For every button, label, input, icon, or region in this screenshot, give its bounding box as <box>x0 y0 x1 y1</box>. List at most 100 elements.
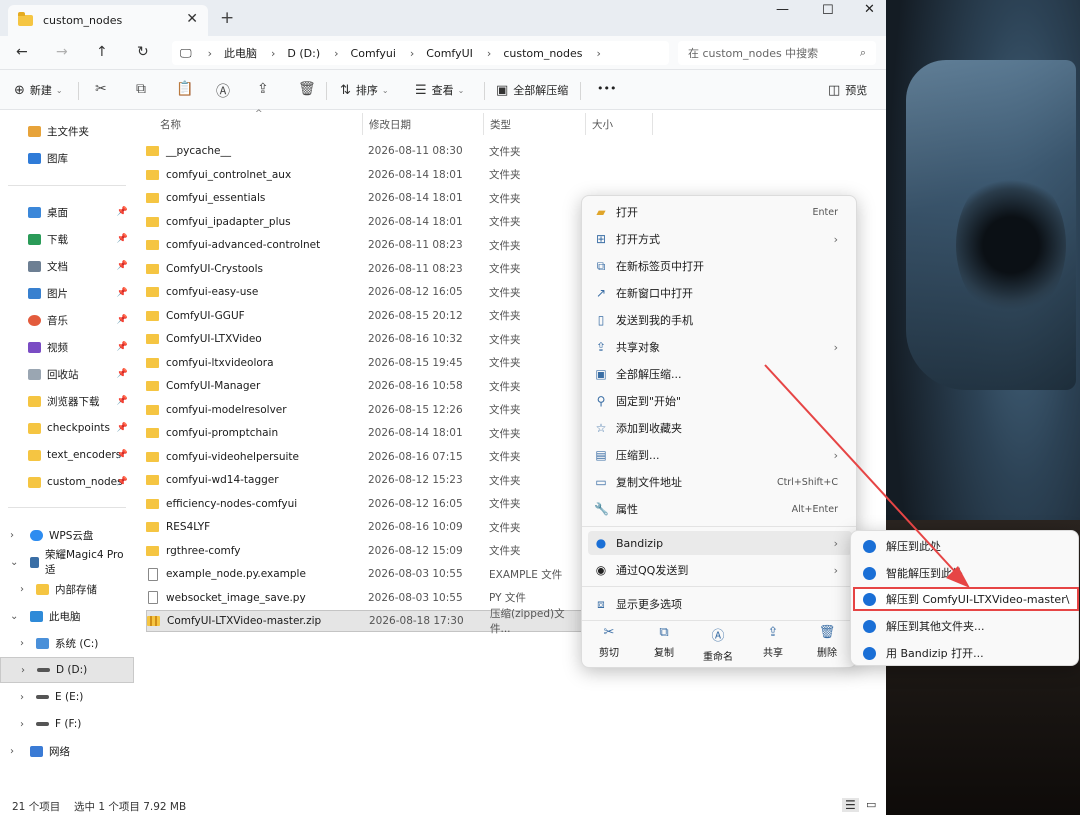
chevron-right-icon[interactable]: › <box>10 746 14 757</box>
table-row[interactable]: efficiency-nodes-comfyui 2026-08-12 16:05… <box>146 493 586 515</box>
paste-icon[interactable]: 📋 <box>176 81 193 97</box>
sort-button[interactable]: ⇅ 排序 ⌄ <box>340 82 389 98</box>
copy-action-button[interactable]: ⧉ 复制 <box>639 625 689 659</box>
submenu-extract-other[interactable]: 解压到其他文件夹... <box>855 614 1075 638</box>
chevron-right-icon[interactable]: › <box>10 530 14 541</box>
sidebar-item-network[interactable]: › 网络 <box>0 738 134 764</box>
menu-item-add-favorites[interactable]: ☆ 添加到收藏夹 <box>588 416 852 440</box>
rename-action-button[interactable]: Ⓐ 重命名 <box>693 625 743 663</box>
rename-icon[interactable]: Ⓐ <box>216 81 230 101</box>
table-row[interactable]: comfyui_controlnet_aux 2026-08-14 18:01 文件… <box>146 164 586 186</box>
refresh-icon[interactable]: ↻ <box>137 44 149 60</box>
sidebar-item-home[interactable]: 主文件夹 <box>0 118 134 144</box>
chevron-right-icon[interactable]: › <box>21 665 25 676</box>
table-row[interactable]: comfyui_essentials 2026-08-14 18:01 文件夹 <box>146 187 586 209</box>
menu-item-open-new-window[interactable]: ↗ 在新窗口中打开 <box>588 281 852 305</box>
chevron-right-icon[interactable]: › <box>597 47 601 60</box>
close-window-button[interactable]: ✕ <box>864 2 875 17</box>
view-button[interactable]: ☰ 查看 ⌄ <box>415 82 464 98</box>
sidebar-item-e-drive[interactable]: › E (E:) <box>0 684 134 710</box>
pin-icon[interactable]: 📌 <box>117 369 128 379</box>
menu-item-more-options[interactable]: ⧈ 显示更多选项 <box>588 592 852 616</box>
table-row[interactable]: comfyui-wd14-tagger 2026-08-12 15:23 文件夹 <box>146 469 586 491</box>
chevron-right-icon[interactable]: › <box>271 47 275 60</box>
submenu-extract-to-folder[interactable]: 解压到 ComfyUI-LTXVideo-master\ <box>853 587 1079 611</box>
menu-item-copy-path[interactable]: ▭ 复制文件地址 Ctrl+Shift+C <box>588 470 852 494</box>
sidebar-item-c-drive[interactable]: › 系统 (C:) <box>0 630 134 656</box>
column-header-date[interactable]: 修改日期 <box>369 117 411 132</box>
menu-item-pin-to-start[interactable]: ⚲ 固定到"开始" <box>588 389 852 413</box>
chevron-right-icon[interactable]: › <box>20 584 24 595</box>
table-row[interactable]: comfyui_ipadapter_plus 2026-08-14 18:01 文件… <box>146 211 586 233</box>
sidebar-item-documents[interactable]: 文档 📌 <box>0 253 134 279</box>
pin-icon[interactable]: 📌 <box>117 234 128 244</box>
chevron-right-icon[interactable]: › <box>208 47 212 60</box>
breadcrumb-this-pc[interactable]: 此电脑 <box>224 45 257 61</box>
column-header-type[interactable]: 类型 <box>490 117 511 132</box>
chevron-down-icon[interactable]: ⌄ <box>10 611 18 622</box>
table-row[interactable]: comfyui-easy-use 2026-08-12 16:05 文件夹 <box>146 281 586 303</box>
table-row[interactable]: __pycache__ 2026-08-11 08:30 文件夹 <box>146 140 586 162</box>
chevron-right-icon[interactable]: › <box>20 719 24 730</box>
tab-custom-nodes[interactable]: custom_nodes ✕ <box>8 5 208 36</box>
table-row[interactable]: comfyui-modelresolver 2026-08-15 12:26 文件夹 <box>146 399 586 421</box>
sidebar-item-videos[interactable]: 视频 📌 <box>0 334 134 360</box>
chevron-right-icon[interactable]: › <box>20 638 24 649</box>
sidebar-item-f-drive[interactable]: › F (F:) <box>0 711 134 737</box>
share-action-button[interactable]: ⇪ 共享 <box>748 625 798 659</box>
sidebar-item-pictures[interactable]: 图片 📌 <box>0 280 134 306</box>
table-row[interactable]: comfyui-videohelpersuite 2026-08-16 07:15… <box>146 446 586 468</box>
up-arrow-icon[interactable]: ↑ <box>96 44 108 60</box>
table-row[interactable]: RES4LYF 2026-08-16 10:09 文件夹 <box>146 516 586 538</box>
pin-icon[interactable]: 📌 <box>117 288 128 298</box>
sidebar-item-gallery[interactable]: 图库 <box>0 145 134 171</box>
sidebar-item-desktop[interactable]: 桌面 📌 <box>0 199 134 225</box>
menu-item-properties[interactable]: 🔧 属性 Alt+Enter <box>588 497 852 521</box>
new-button[interactable]: ⊕ 新建 ⌄ <box>14 82 63 98</box>
menu-item-send-qq[interactable]: ◉ 通过QQ发送到 › <box>588 558 852 582</box>
sidebar-item-wps-cloud[interactable]: › WPS云盘 <box>0 522 134 548</box>
back-arrow-icon[interactable]: ← <box>16 44 28 60</box>
breadcrumb-comfyui[interactable]: Comfyui <box>351 47 396 60</box>
preview-pane-button[interactable]: ◫ 预览 <box>828 82 867 98</box>
breadcrumb-d-drive[interactable]: D (D:) <box>287 47 320 60</box>
pin-icon[interactable]: 📌 <box>117 315 128 325</box>
copy-icon[interactable]: ⧉ <box>136 81 146 97</box>
table-row[interactable]: example_node.py.example 2026-08-03 10:55 E… <box>146 563 586 585</box>
sidebar-item-recycle-bin[interactable]: 回收站 📌 <box>0 361 134 387</box>
chevron-right-icon[interactable]: › <box>487 47 491 60</box>
pin-icon[interactable]: 📌 <box>117 477 128 487</box>
table-row[interactable]: ComfyUI-Crystools 2026-08-11 08:23 文件夹 <box>146 258 586 280</box>
share-icon[interactable]: ⇪ <box>257 81 269 97</box>
table-row[interactable]: comfyui-ltxvideolora 2026-08-15 19:45 文件夹 <box>146 352 586 374</box>
column-divider[interactable] <box>652 113 653 135</box>
forward-arrow-icon[interactable]: → <box>56 44 68 60</box>
table-row[interactable]: rgthree-comfy 2026-08-12 15:09 文件夹 <box>146 540 586 562</box>
extract-all-button[interactable]: ▣ 全部解压缩 <box>496 82 568 98</box>
table-row[interactable]: ComfyUI-LTXVideo-master.zip 2026-08-18 17… <box>146 608 586 635</box>
delete-icon[interactable]: 🗑 <box>298 81 316 97</box>
menu-item-open[interactable]: ▰ 打开 Enter <box>588 200 852 224</box>
new-tab-button[interactable]: + <box>220 8 234 28</box>
cut-action-button[interactable]: ✂ 剪切 <box>584 625 634 659</box>
tiles-view-icon[interactable]: ▭ <box>866 798 876 811</box>
sidebar-item-music[interactable]: 音乐 📌 <box>0 307 134 333</box>
sidebar-item-d-drive[interactable]: › D (D:) <box>0 657 134 683</box>
table-row[interactable]: ComfyUI-Manager 2026-08-16 10:58 文件夹 <box>146 375 586 397</box>
pin-icon[interactable]: 📌 <box>117 342 128 352</box>
sidebar-item-this-pc[interactable]: ⌄ 此电脑 <box>0 603 134 629</box>
column-divider[interactable] <box>585 113 586 135</box>
tab-close-icon[interactable]: ✕ <box>186 11 198 27</box>
pin-icon[interactable]: 📌 <box>117 450 128 460</box>
search-input[interactable]: 在 custom_nodes 中搜索 ⌕ <box>678 41 876 65</box>
pin-icon[interactable]: 📌 <box>117 261 128 271</box>
delete-action-button[interactable]: 🗑 删除 <box>802 625 852 659</box>
table-row[interactable]: ComfyUI-GGUF 2026-08-15 20:12 文件夹 <box>146 305 586 327</box>
cut-icon[interactable]: ✂ <box>95 81 107 97</box>
column-header-size[interactable]: 大小 <box>592 117 613 132</box>
table-row[interactable]: ComfyUI-LTXVideo 2026-08-16 10:32 文件夹 <box>146 328 586 350</box>
more-options-button[interactable]: ••• <box>597 82 616 95</box>
pin-icon[interactable]: 📌 <box>117 396 128 406</box>
submenu-open-bandizip[interactable]: 用 Bandizip 打开... <box>855 641 1075 665</box>
pin-icon[interactable]: 📌 <box>117 423 128 433</box>
